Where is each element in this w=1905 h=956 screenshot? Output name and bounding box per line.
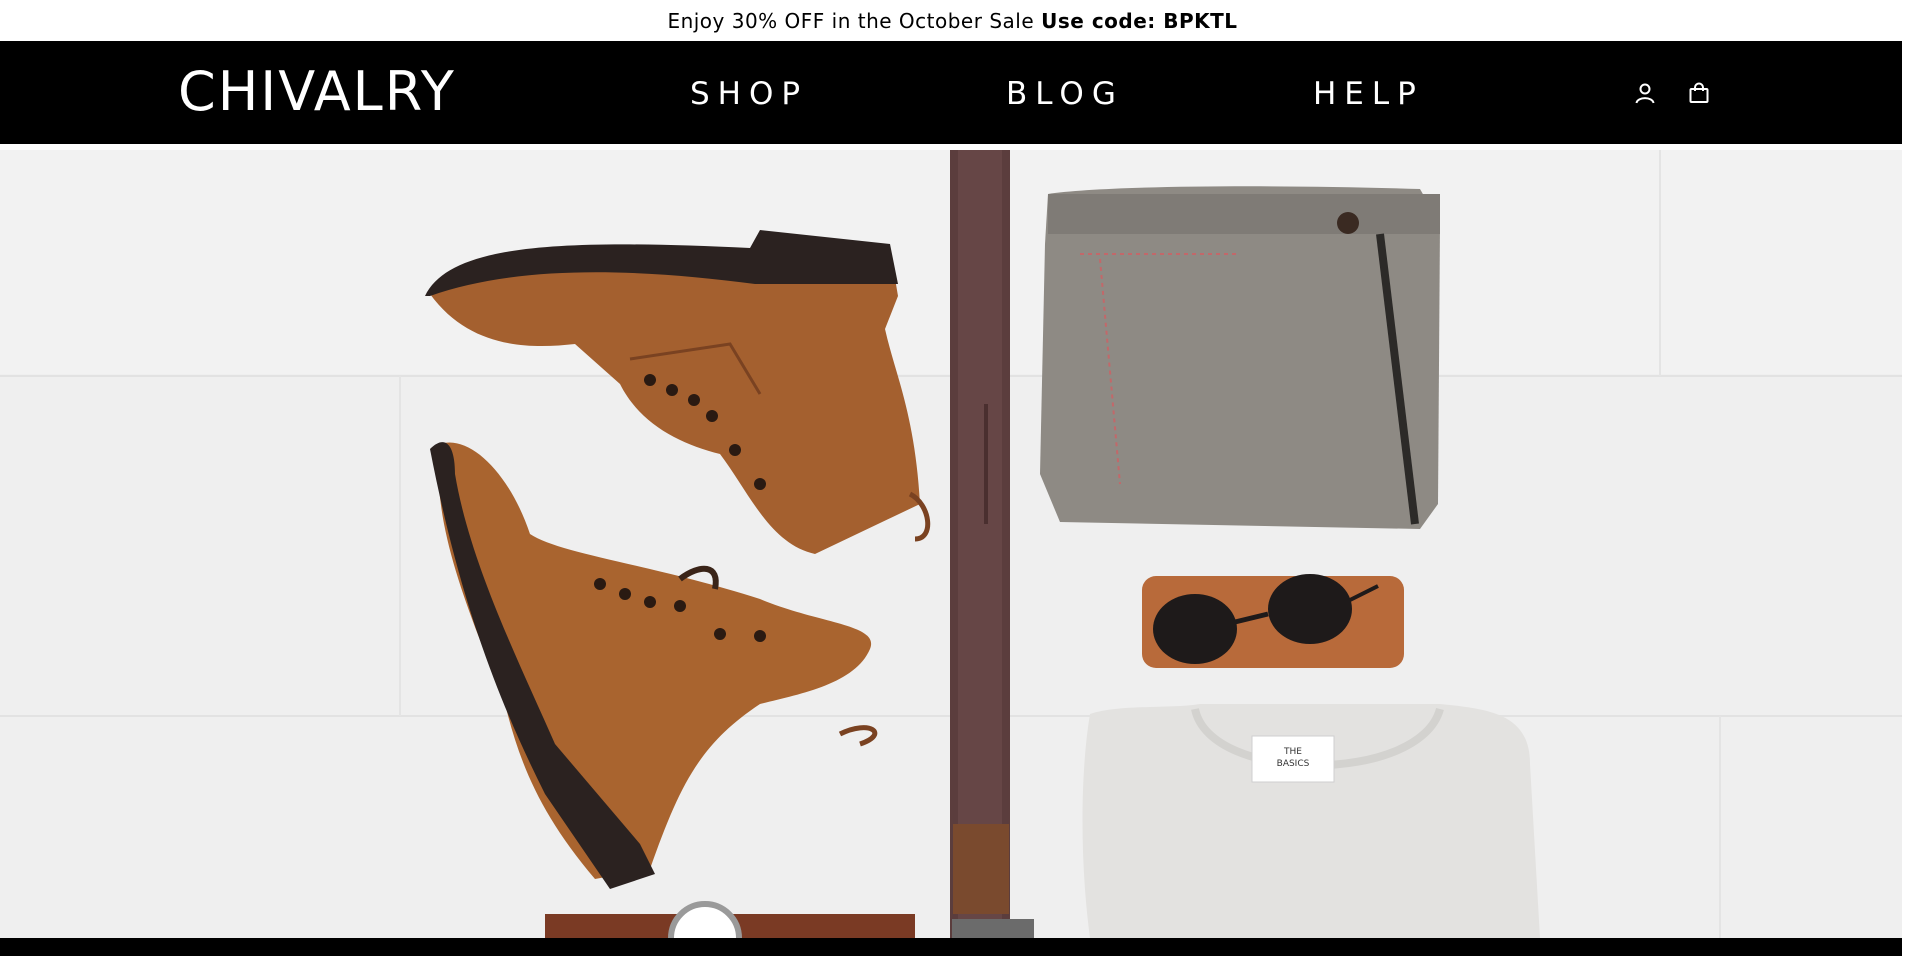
site-header: CHIVALRY SHOP BLOG HELP (0, 41, 1902, 144)
tshirt-label-line1: THE (1283, 747, 1302, 757)
announcement-bar: Enjoy 30% OFF in the October Sale Use co… (0, 0, 1905, 41)
tshirt-label-line2: BASICS (1277, 759, 1310, 769)
bottom-bar (0, 938, 1905, 956)
cart-icon[interactable] (1684, 78, 1714, 108)
brand-logo[interactable]: CHIVALRY (178, 61, 456, 123)
account-icon[interactable] (1630, 78, 1660, 108)
trousers (1040, 186, 1440, 529)
hero-top-divider (0, 144, 1902, 150)
nav-blog[interactable]: BLOG (1006, 75, 1124, 113)
hero-image: THE BASICS (0, 144, 1902, 938)
nav-shop[interactable]: SHOP (690, 75, 808, 113)
promo-code: Use code: BPKTL (1041, 8, 1238, 33)
sunglasses (1142, 574, 1404, 668)
tshirt: THE BASICS (1082, 704, 1540, 938)
announcement-text: Enjoy 30% OFF in the October Sale (667, 8, 1035, 33)
hero-banner: THE BASICS (0, 144, 1902, 938)
nav-help[interactable]: HELP (1313, 75, 1424, 113)
